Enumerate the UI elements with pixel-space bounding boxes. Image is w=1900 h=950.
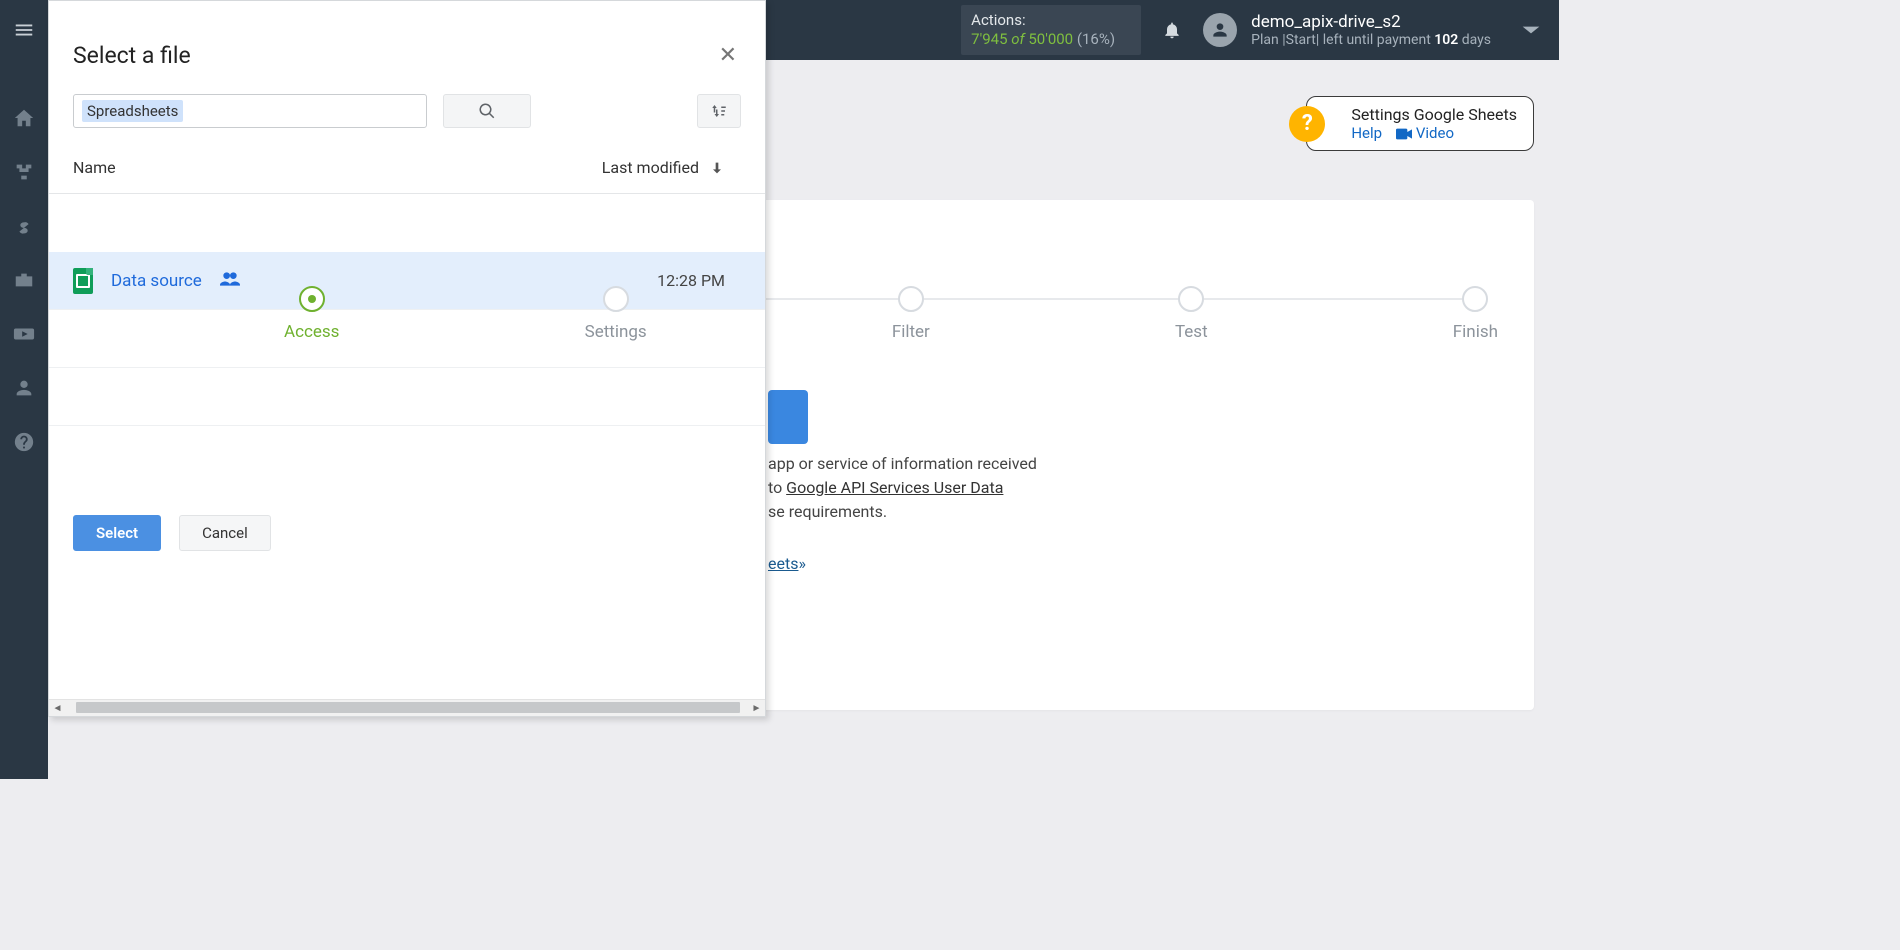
user-block: demo_apix-drive_s2 Plan |Start| left unt… [1251,12,1491,48]
video-link[interactable]: Video [1416,124,1454,142]
step-label: Test [1175,322,1208,342]
step-dot [1178,286,1204,312]
help-title: Settings Google Sheets [1351,105,1517,124]
actions-counter: Actions: 7'945 of 50'000 (16%) [961,5,1141,55]
briefcase-icon[interactable] [12,268,36,292]
picker-footer: Select Cancel [49,494,765,571]
columns-header: Name Last modified [49,142,765,194]
sheets-link[interactable]: eets [768,554,798,573]
policy-link[interactable]: Google API Services User Data [786,478,1003,497]
picker-title: Select a file [73,42,191,69]
more-link-line: eets» [768,554,806,573]
step-test[interactable]: Test [1175,286,1208,342]
notifications-icon[interactable] [1155,13,1189,47]
hamburger-menu[interactable] [0,0,48,60]
video-icon [1396,128,1412,140]
file-name: Data source [111,271,202,291]
file-modified: 12:28 PM [657,271,725,290]
col-modified[interactable]: Last modified [602,158,699,177]
file-type-filter[interactable]: Spreadsheets [73,94,427,128]
empty-row [49,310,765,368]
user-menu-caret[interactable] [1521,21,1541,40]
sheets-icon [73,268,93,294]
step-filter[interactable]: Filter [892,286,930,342]
scroll-thumb[interactable] [76,702,740,713]
avatar-icon[interactable] [1203,13,1237,47]
siderail [0,60,48,779]
step-label: Access [284,322,339,342]
policy-text: app or service of information received t… [768,452,1037,524]
sort-button[interactable] [697,94,741,128]
file-list: Data source 12:28 PM [49,194,765,494]
file-picker-modal: Select a file ✕ Spreadsheets Name Last m… [48,0,766,717]
username: demo_apix-drive_s2 [1251,12,1491,32]
help-link[interactable]: Help [1351,124,1382,142]
sort-desc-icon [709,160,725,176]
cancel-button[interactable]: Cancel [179,515,271,551]
select-button[interactable]: Select [73,515,161,551]
scroll-right-arrow[interactable]: ► [748,700,765,717]
step-dot [898,286,924,312]
actions-total: 50'000 [1028,30,1073,48]
step-access[interactable]: Access [284,286,339,342]
step-label: Filter [892,322,930,342]
plan-line: Plan |Start| left until payment 102 days [1251,32,1491,48]
home-icon[interactable] [12,106,36,130]
actions-used: 7'945 [971,30,1007,48]
help-badge-icon: ? [1289,106,1325,142]
step-dot [1462,286,1488,312]
col-name[interactable]: Name [73,158,116,177]
search-button[interactable] [443,94,531,128]
scroll-left-arrow[interactable]: ◄ [49,700,66,717]
close-icon[interactable]: ✕ [715,39,741,72]
billing-icon[interactable] [12,214,36,238]
actions-of: of [1011,30,1024,48]
account-icon[interactable] [12,376,36,400]
help-icon[interactable] [12,430,36,454]
step-label: Finish [1453,322,1498,342]
empty-row [49,368,765,426]
step-label: Settings [585,322,647,342]
connections-icon[interactable] [12,160,36,184]
help-widget: ? Settings Google Sheets Help Video [1306,96,1534,151]
step-finish[interactable]: Finish [1453,286,1498,342]
step-dot [603,286,629,312]
shared-icon [220,271,240,290]
actions-label: Actions: [971,11,1127,30]
horizontal-scrollbar[interactable]: ◄ ► [49,699,765,716]
step-dot [299,286,325,312]
step-settings[interactable]: Settings [585,286,647,342]
continue-button-fragment[interactable] [768,390,808,444]
actions-pct: (16%) [1077,30,1115,48]
file-row[interactable]: Data source 12:28 PM [49,252,765,310]
youtube-icon[interactable] [12,322,36,346]
